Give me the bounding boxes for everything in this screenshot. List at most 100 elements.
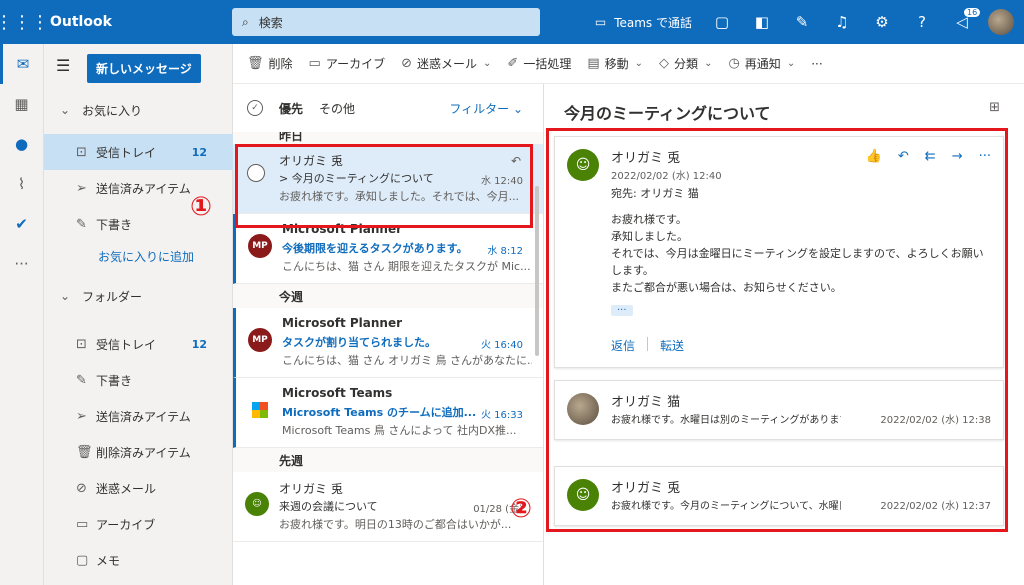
popout-icon[interactable]: ⊞ (989, 100, 1000, 115)
broom-icon: ✐ (507, 56, 519, 71)
sender-avatar: MP (248, 328, 272, 352)
avatar[interactable] (988, 9, 1014, 35)
unread-count: 12 (191, 145, 207, 159)
gear-icon[interactable]: ⚙ (862, 0, 902, 44)
sidebar-item-label: 受信トレイ (96, 145, 157, 160)
filter-button[interactable]: フィルター ⌄ (449, 100, 523, 117)
more-apps-icon[interactable]: ··· (0, 244, 43, 284)
message-sender: Microsoft Planner (282, 316, 402, 330)
annotation-number-2: ② (510, 494, 533, 524)
message-time: 水 8:12 (487, 246, 523, 257)
tab-focused[interactable]: 優先 (279, 100, 303, 117)
sidebar-item-label: 送信済みアイテム (96, 181, 191, 196)
list-item[interactable]: Microsoft Teams Microsoft Teams のチームに追加.… (233, 378, 543, 448)
hamburger-icon[interactable]: ☰ (56, 56, 70, 75)
scrollbar[interactable] (535, 186, 539, 356)
teams-call-label: Teams で通話 (614, 15, 692, 30)
chevron-down-icon: ⌄ (786, 58, 796, 69)
megaphone-icon[interactable]: ◁ 16 (942, 0, 982, 44)
clock-icon: ◷ (728, 56, 740, 71)
snooze-button[interactable]: ◷ 再通知 ⌄ (728, 55, 795, 72)
attach-icon[interactable]: ⌇ (0, 164, 43, 204)
delete-button[interactable]: 🗑 削除 (247, 55, 293, 72)
move-button[interactable]: ▤ 移動 ⌄ (587, 55, 643, 72)
highlight-box-1 (235, 144, 533, 228)
sidebar-item-junk[interactable]: ⊘ 迷惑メール (44, 470, 233, 506)
sidebar-item-label: メモ (96, 553, 121, 568)
app-launcher-icon[interactable]: ⋮⋮⋮ (0, 0, 49, 44)
send-icon: ➢ (76, 180, 87, 196)
favorites-section[interactable]: ⌄ お気に入り (44, 92, 233, 128)
folders-section[interactable]: ⌄ フォルダー (44, 278, 233, 314)
archive-label: アーカイブ (325, 57, 386, 71)
inbox-icon: ⊡ (76, 144, 87, 160)
sidebar-item-deleted[interactable]: 🗑 削除済みアイテム (44, 434, 233, 470)
list-header: ✓ 優先 その他 フィルター ⌄ (233, 84, 543, 132)
select-all-checkbox[interactable]: ✓ (247, 100, 263, 116)
app-rail: ✉ ▦ ● ⌇ ✔ ··· (0, 44, 44, 585)
chevron-down-icon: ⌄ (60, 289, 71, 303)
message-subject: Microsoft Teams のチームに追加... (282, 406, 477, 419)
filter-label: フィルター (449, 102, 510, 116)
categorize-button[interactable]: ◇ 分類 ⌄ (659, 55, 712, 72)
tab-other[interactable]: その他 (319, 100, 355, 117)
send-icon: ➢ (76, 408, 87, 424)
search-input[interactable]: 検索 (259, 14, 283, 31)
chevron-down-icon: ⌄ (483, 58, 492, 69)
sidebar-item-fav-inbox[interactable]: ⊡ 受信トレイ 12 (44, 134, 233, 170)
add-favorite-link[interactable]: お気に入りに追加 (98, 248, 194, 265)
message-sender: Microsoft Teams (282, 386, 393, 400)
sidebar-item-inbox[interactable]: ⊡ 受信トレイ 12 (44, 326, 233, 362)
sweep-button[interactable]: ✐ 一括処理 (507, 55, 571, 72)
inbox-icon: ⊡ (76, 336, 87, 352)
more-commands-button[interactable]: ··· (811, 57, 822, 71)
search-icon: ⌕ (242, 14, 249, 29)
sidebar-item-sent[interactable]: ➢ 送信済みアイテム (44, 398, 233, 434)
teams-call-button[interactable]: ▭ Teams で通話 (585, 0, 702, 44)
sidebar-item-notes[interactable]: ▢ メモ (44, 542, 233, 578)
group-header: 昨日 (233, 132, 543, 144)
highlight-box-2 (546, 128, 1008, 532)
message-preview: こんにちは、猫 さん オリガミ 鳥 さんがあなたに... (282, 354, 532, 367)
sidebar-item-label: 削除済みアイテム (96, 445, 191, 460)
help-icon[interactable]: ? (902, 0, 942, 44)
mail-icon[interactable]: ✉ (0, 44, 43, 84)
message-preview: お疲れ様です。明日の13時のご都合はいかが... (279, 518, 512, 531)
chevron-down-icon: ⌄ (60, 103, 71, 117)
note-icon: ▢ (76, 552, 89, 568)
favorites-label: お気に入り (82, 103, 143, 118)
new-message-button[interactable]: 新しいメッセージ (87, 54, 201, 83)
bell-icon[interactable]: ♫ (822, 0, 862, 44)
todo-icon[interactable]: ✎ (782, 0, 822, 44)
sidebar-item-label: 送信済みアイテム (96, 409, 191, 424)
calendar-icon[interactable]: ▦ (0, 84, 43, 124)
archive-icon: ▭ (76, 516, 89, 532)
junk-button[interactable]: ⊘ 迷惑メール ⌄ (401, 55, 491, 72)
folders-label: フォルダー (82, 289, 143, 304)
list-item[interactable]: MP Microsoft Planner タスクが割り当てられました。 こんにち… (233, 308, 543, 378)
message-preview: こんにちは、猫 さん 期限を迎えたタスクが Mic... (282, 260, 531, 273)
archive-button[interactable]: ▭ アーカイブ (309, 55, 386, 72)
junk-label: 迷惑メール (417, 57, 478, 71)
sidebar-item-drafts[interactable]: ✎ 下書き (44, 362, 233, 398)
categorize-label: 分類 (674, 57, 699, 71)
search-box[interactable]: ⌕ 検索 (232, 8, 540, 36)
people-icon[interactable]: ● (0, 124, 43, 164)
app-title[interactable]: Outlook (50, 14, 232, 30)
chat-icon[interactable]: ▢ (702, 0, 742, 44)
archive-icon: ▭ (308, 56, 321, 71)
message-subject: 来週の会議について (279, 500, 378, 513)
sender-avatar: MP (248, 234, 272, 258)
todo-check-icon[interactable]: ✔ (0, 204, 43, 244)
conversation-title: 今月のミーティングについて (564, 104, 771, 123)
message-sender: オリガミ 兎 (279, 482, 343, 496)
sidebar-item-archive[interactable]: ▭ アーカイブ (44, 506, 233, 542)
sidebar-item-label: アーカイブ (96, 517, 156, 532)
trash-icon: 🗑 (247, 56, 264, 71)
sidebar-item-label: 受信トレイ (96, 337, 157, 352)
trash-icon: 🗑 (76, 444, 93, 460)
list-item[interactable]: ☺ オリガミ 兎 来週の会議について お疲れ様です。明日の13時のご都合はいかが… (233, 472, 543, 542)
annotation-number-1: ① (190, 192, 213, 222)
snooze-label: 再通知 (744, 57, 781, 71)
office-icon[interactable]: ◧ (742, 0, 782, 44)
